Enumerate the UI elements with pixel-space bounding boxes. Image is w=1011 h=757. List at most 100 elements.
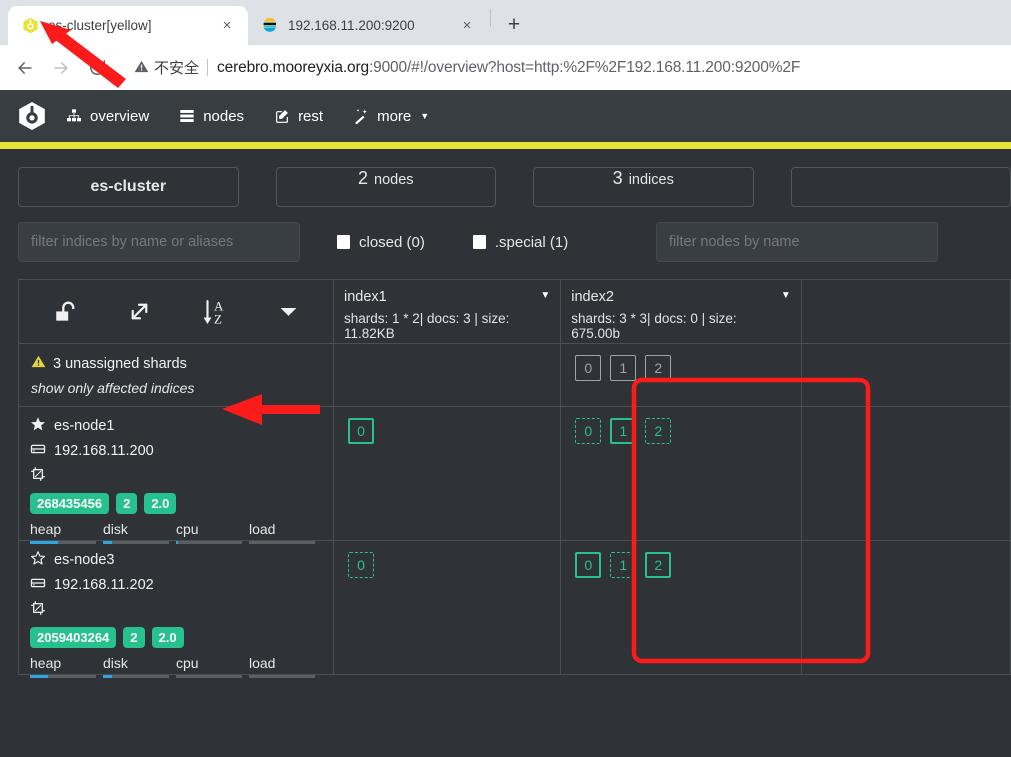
index-header-overflow: [800, 279, 1011, 344]
security-status-label: 不安全: [154, 60, 200, 77]
new-tab-button[interactable]: +: [499, 10, 529, 40]
node-shards-es-node3-index1: 0: [332, 540, 562, 675]
master-node-icon: [30, 600, 46, 620]
tab-strip: es-cluster[yellow] × 192.168.11.200:9200…: [0, 0, 1011, 45]
pencil-square-icon: [274, 108, 290, 124]
metric-disk: disk: [103, 521, 176, 544]
node-cpu-badge: 2: [116, 493, 138, 514]
cluster-summary: es-cluster 2 nodes 3 indices: [0, 149, 1011, 207]
nav-item-more[interactable]: more ▼: [353, 108, 429, 125]
index-name: index2: [571, 289, 614, 305]
table-row: es-node1 192.168.11.200 268435456 2 2.0 …: [18, 406, 1011, 544]
tab-separator: [490, 8, 491, 27]
table-toolbar-cell: A Z: [18, 279, 334, 344]
app-navbar: overview nodes rest more ▼: [0, 90, 1011, 142]
shard-chip[interactable]: 2: [645, 552, 672, 578]
url-host: cerebro.mooreyxia.org: [217, 58, 369, 76]
sort-alpha-asc-icon[interactable]: A Z: [200, 297, 230, 327]
metric-heap: heap: [30, 521, 103, 544]
shard-chip[interactable]: 0: [575, 552, 602, 578]
shard-chip[interactable]: 0: [575, 355, 602, 381]
node-name: es-node3: [54, 552, 115, 568]
url-path: :9000/#!/overview?host=http:%2F%2F192.16…: [368, 58, 801, 76]
nodes-count: 2: [357, 168, 368, 188]
shard-chip[interactable]: 0: [348, 418, 374, 444]
node-shards-es-node1-index2: 0 1 2: [560, 406, 802, 541]
elasticsearch-favicon-icon: [262, 17, 279, 34]
sitemap-icon: [66, 108, 82, 124]
shard-chip[interactable]: 0: [575, 418, 602, 444]
metric-label: cpu: [176, 521, 199, 537]
node-role-row: [30, 466, 322, 486]
shard-chip[interactable]: 1: [610, 418, 637, 444]
cluster-health-bar: [0, 142, 1011, 149]
nav-item-rest[interactable]: rest: [274, 108, 323, 125]
shard-chip[interactable]: 2: [645, 418, 672, 444]
tab-close-icon[interactable]: ×: [456, 15, 478, 37]
index-meta: shards: 1 * 2| docs: 3 | size: 11.82KB: [344, 311, 510, 341]
star-outline-icon: [30, 550, 46, 570]
warning-triangle-icon: [31, 354, 46, 373]
unlock-icon[interactable]: [53, 299, 79, 325]
filter-row: closed (0) .special (1): [0, 207, 1011, 262]
unassigned-shards-overflow: [800, 343, 1011, 407]
unassigned-shards-index2: 0 1 2: [560, 343, 802, 407]
magic-wand-icon: [353, 108, 369, 124]
nav-item-label: rest: [298, 107, 324, 125]
address-bar[interactable]: 不安全 cerebro.mooreyxia.org:9000/#!/overvi…: [124, 53, 1001, 83]
node-host: 192.168.11.202: [54, 577, 154, 593]
metric-load: load: [249, 521, 322, 544]
shard-chip[interactable]: 1: [610, 355, 637, 381]
node-shards-es-node3-index2: 0 1 2: [560, 540, 802, 675]
tab-close-icon[interactable]: ×: [216, 15, 238, 37]
chevron-down-icon[interactable]: [278, 301, 299, 322]
cerebro-logo-icon[interactable]: [16, 100, 48, 132]
chevron-down-icon: ▼: [420, 111, 430, 121]
forward-button[interactable]: [46, 53, 76, 83]
shard-chip[interactable]: 0: [348, 552, 374, 578]
back-button[interactable]: [10, 53, 40, 83]
nodes-filter-input[interactable]: [656, 222, 938, 262]
index-name: index1: [344, 289, 387, 305]
node-host-row: 192.168.11.200: [30, 441, 322, 461]
reload-button[interactable]: [82, 53, 112, 83]
node-heap-badge: 268435456: [30, 493, 110, 514]
indices-count: 3: [612, 168, 623, 188]
unassigned-count-label: 3 unassigned shards: [53, 355, 187, 372]
index-meta: shards: 3 * 3| docs: 0 | size: 675.00b: [571, 311, 737, 341]
unassigned-shards-row: 3 unassigned shards show only affected i…: [18, 343, 1011, 407]
url-text: cerebro.mooreyxia.org:9000/#!/overview?h…: [217, 59, 800, 77]
nav-item-label: overview: [90, 107, 150, 125]
special-indices-checkbox[interactable]: .special (1): [472, 233, 569, 251]
node-heap-badge: 2059403264: [30, 627, 117, 648]
shard-chip[interactable]: 2: [645, 355, 672, 381]
index-menu-caret-icon[interactable]: ▼: [540, 290, 550, 301]
special-label: .special (1): [494, 233, 569, 251]
svg-text:Z: Z: [214, 311, 222, 326]
node-cpu-badge: 2: [123, 627, 145, 648]
indices-filter-input[interactable]: [18, 222, 300, 262]
node-host-row: 192.168.11.202: [30, 575, 322, 595]
shard-allocation-table: A Z index1 shards: 1 * 2| docs: 3 | size…: [18, 279, 1011, 678]
expand-arrows-icon[interactable]: [127, 299, 152, 324]
browser-tab-elasticsearch[interactable]: 192.168.11.200:9200 ×: [248, 6, 488, 45]
nav-item-nodes[interactable]: nodes: [179, 108, 244, 125]
checkbox-box[interactable]: [337, 235, 350, 249]
shard-chip[interactable]: 1: [610, 552, 637, 578]
checkbox-box[interactable]: [472, 235, 486, 249]
closed-indices-checkbox[interactable]: closed (0): [337, 234, 425, 251]
metric-heap: heap: [30, 655, 103, 678]
node-name-row: es-node1: [30, 416, 322, 436]
browser-tab-cerebro[interactable]: es-cluster[yellow] ×: [8, 6, 248, 45]
node-role-row: [30, 600, 322, 620]
metric-disk: disk: [103, 655, 176, 678]
nav-item-overview[interactable]: overview: [66, 108, 149, 125]
metric-cpu: cpu: [176, 521, 249, 544]
show-affected-indices-link[interactable]: show only affected indices: [31, 380, 321, 396]
index-header-index1: index1 shards: 1 * 2| docs: 3 | size: 11…: [332, 279, 562, 344]
node-stat-badges: 2059403264 2 2.0: [30, 627, 322, 648]
index-type-checkboxes: closed (0) .special (1): [337, 234, 619, 251]
cerebro-app: overview nodes rest more ▼ es-cluster 2 …: [0, 90, 1011, 678]
index-menu-caret-icon[interactable]: ▼: [781, 290, 791, 301]
server-list-icon: [179, 108, 195, 124]
